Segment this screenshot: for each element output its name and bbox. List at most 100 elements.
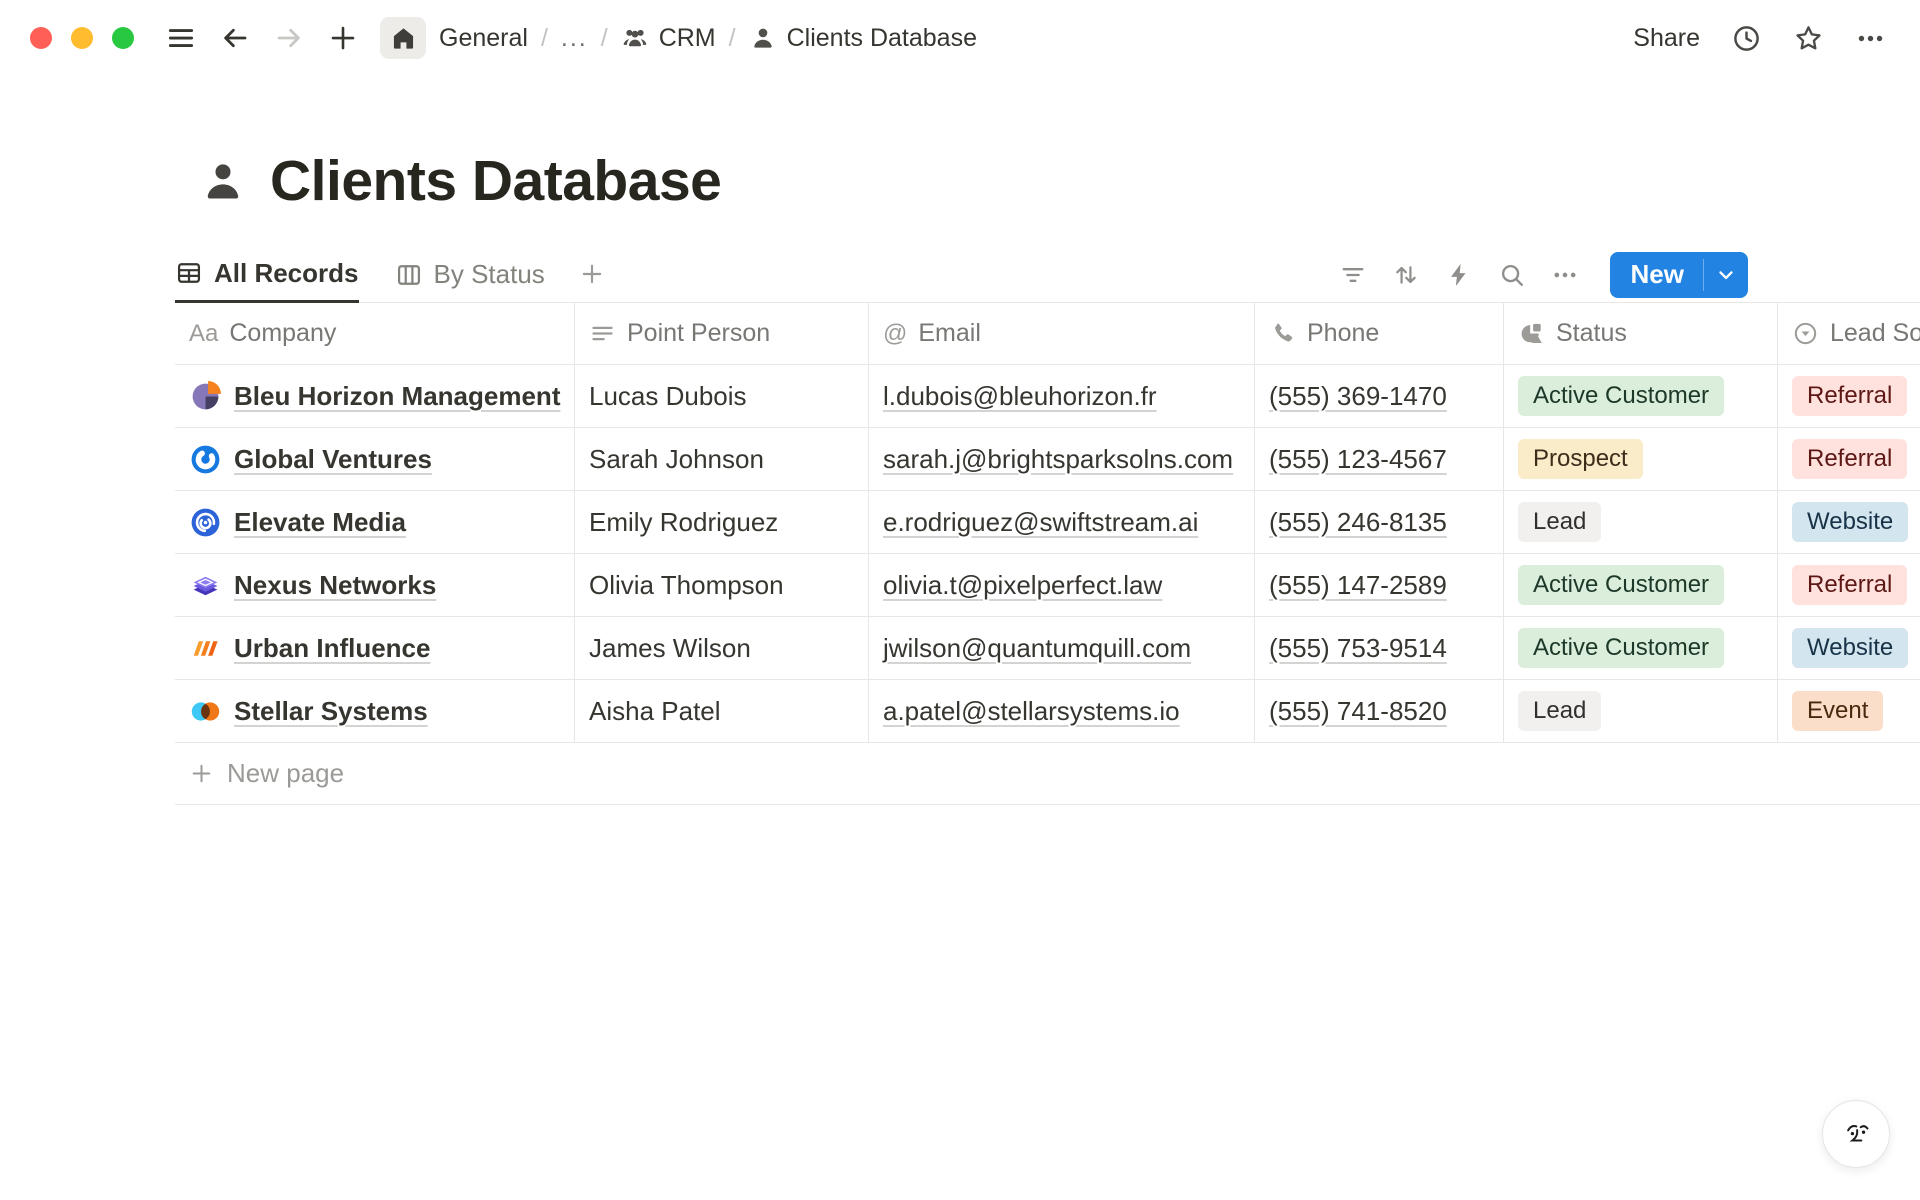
email-cell[interactable]: e.rodriguez@swiftstream.ai — [869, 491, 1255, 553]
lead-source-cell[interactable]: Referral — [1778, 554, 1920, 616]
lead-source-badge: Referral — [1792, 439, 1907, 479]
phone-property-icon — [1269, 320, 1296, 347]
table-row: Global Ventures Sarah Johnson sarah.j@br… — [175, 428, 1920, 491]
tab-by-status[interactable]: By Status — [395, 246, 545, 303]
status-cell[interactable]: Prospect — [1504, 428, 1778, 490]
new-page-label: New page — [227, 758, 344, 789]
more-options-icon[interactable] — [1855, 23, 1886, 54]
breadcrumb-team[interactable]: CRM — [621, 24, 716, 53]
new-tab-plus-icon[interactable] — [328, 23, 358, 53]
back-arrow-icon[interactable] — [220, 23, 250, 53]
favorite-star-icon[interactable] — [1793, 23, 1824, 54]
status-cell[interactable]: Active Customer — [1504, 617, 1778, 679]
status-cell[interactable]: Active Customer — [1504, 365, 1778, 427]
email-cell[interactable]: jwilson@quantumquill.com — [869, 617, 1255, 679]
view-options-ellipsis-icon[interactable] — [1551, 261, 1579, 289]
table-row: Bleu Horizon Management Lucas Dubois l.d… — [175, 365, 1920, 428]
lead-source-badge: Referral — [1792, 565, 1907, 605]
sidebar-menu-icon[interactable] — [166, 23, 196, 53]
tab-all-records[interactable]: All Records — [175, 246, 359, 303]
point-person-cell[interactable]: Olivia Thompson — [575, 554, 869, 616]
page-person-icon[interactable] — [198, 156, 248, 206]
breadcrumb-collapsed[interactable]: ... — [561, 24, 588, 53]
minimize-window-button[interactable] — [71, 27, 93, 49]
phone-cell[interactable]: (555) 753-9514 — [1255, 617, 1504, 679]
company-cell[interactable]: Bleu Horizon Management — [175, 365, 575, 427]
breadcrumb-page[interactable]: Clients Database — [749, 24, 977, 53]
lead-source-cell[interactable]: Website — [1778, 617, 1920, 679]
person-icon — [749, 24, 777, 52]
point-person-cell[interactable]: James Wilson — [575, 617, 869, 679]
lead-source-cell[interactable]: Website — [1778, 491, 1920, 553]
breadcrumb: General / ... / CRM / Clients Database — [439, 24, 977, 53]
point-person-cell[interactable]: Lucas Dubois — [575, 365, 869, 427]
company-cell[interactable]: Nexus Networks — [175, 554, 575, 616]
table-row: Elevate Media Emily Rodriguez e.rodrigue… — [175, 491, 1920, 554]
notion-ai-face-button[interactable] — [1822, 1100, 1890, 1168]
column-header-company[interactable]: Aa Company — [175, 303, 575, 364]
doodle-face-icon — [1833, 1111, 1879, 1157]
point-person-cell[interactable]: Aisha Patel — [575, 680, 869, 742]
breadcrumb-workspace[interactable]: General — [439, 24, 528, 53]
elevate-media-logo-icon — [189, 506, 222, 539]
nexus-networks-logo-icon — [189, 569, 222, 602]
status-badge: Active Customer — [1518, 376, 1724, 416]
point-person-cell[interactable]: Emily Rodriguez — [575, 491, 869, 553]
filter-icon[interactable] — [1339, 261, 1367, 289]
sort-icon[interactable] — [1392, 261, 1420, 289]
column-header-phone[interactable]: Phone — [1255, 303, 1504, 364]
point-person-cell[interactable]: Sarah Johnson — [575, 428, 869, 490]
lead-source-badge: Website — [1792, 502, 1908, 542]
zoom-window-button[interactable] — [112, 27, 134, 49]
phone-cell[interactable]: (555) 147-2589 — [1255, 554, 1504, 616]
table-row: Urban Influence James Wilson jwilson@qua… — [175, 617, 1920, 680]
urban-influence-logo-icon — [189, 632, 222, 665]
status-badge: Lead — [1518, 502, 1601, 542]
new-record-label[interactable]: New — [1610, 252, 1703, 298]
add-view-plus-icon[interactable] — [579, 246, 605, 302]
lead-source-cell[interactable]: Referral — [1778, 428, 1920, 490]
status-cell[interactable]: Lead — [1504, 680, 1778, 742]
lead-source-cell[interactable]: Event — [1778, 680, 1920, 742]
select-property-icon — [1792, 320, 1819, 347]
share-button[interactable]: Share — [1633, 24, 1700, 53]
search-icon[interactable] — [1498, 261, 1526, 289]
column-header-lead-source[interactable]: Lead Source — [1778, 303, 1920, 364]
close-window-button[interactable] — [30, 27, 52, 49]
column-header-point-person[interactable]: Point Person — [575, 303, 869, 364]
chevron-down-icon — [1715, 264, 1737, 286]
status-cell[interactable]: Lead — [1504, 491, 1778, 553]
email-cell[interactable]: l.dubois@bleuhorizon.fr — [869, 365, 1255, 427]
stellar-systems-logo-icon — [189, 695, 222, 728]
phone-cell[interactable]: (555) 246-8135 — [1255, 491, 1504, 553]
phone-cell[interactable]: (555) 741-8520 — [1255, 680, 1504, 742]
company-cell[interactable]: Urban Influence — [175, 617, 575, 679]
new-page-row[interactable]: New page — [175, 743, 1920, 805]
lead-source-cell[interactable]: Referral — [1778, 365, 1920, 427]
company-cell[interactable]: Global Ventures — [175, 428, 575, 490]
column-header-status[interactable]: Status — [1504, 303, 1778, 364]
table-row: Stellar Systems Aisha Patel a.patel@stel… — [175, 680, 1920, 743]
new-record-dropdown[interactable] — [1704, 252, 1748, 298]
status-cell[interactable]: Active Customer — [1504, 554, 1778, 616]
recent-history-clock-icon[interactable] — [1731, 23, 1762, 54]
email-cell[interactable]: sarah.j@brightsparksolns.com — [869, 428, 1255, 490]
status-property-icon — [1518, 320, 1545, 347]
global-ventures-logo-icon — [189, 443, 222, 476]
title-property-icon: Aa — [189, 320, 218, 348]
column-header-email[interactable]: @ Email — [869, 303, 1255, 364]
email-cell[interactable]: olivia.t@pixelperfect.law — [869, 554, 1255, 616]
new-record-button[interactable]: New — [1610, 252, 1748, 298]
company-cell[interactable]: Elevate Media — [175, 491, 575, 553]
home-icon[interactable] — [380, 17, 426, 59]
automation-lightning-icon[interactable] — [1445, 261, 1473, 289]
phone-cell[interactable]: (555) 369-1470 — [1255, 365, 1504, 427]
lead-source-badge: Website — [1792, 628, 1908, 668]
page-title[interactable]: Clients Database — [270, 148, 721, 214]
clients-database-table: Aa Company Point Person @ Email Phone St… — [175, 303, 1920, 805]
forward-arrow-icon[interactable] — [274, 23, 304, 53]
table-view-icon — [175, 259, 203, 287]
phone-cell[interactable]: (555) 123-4567 — [1255, 428, 1504, 490]
email-cell[interactable]: a.patel@stellarsystems.io — [869, 680, 1255, 742]
company-cell[interactable]: Stellar Systems — [175, 680, 575, 742]
